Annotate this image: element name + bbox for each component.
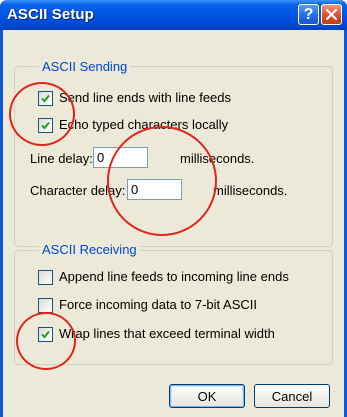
echo-typed-checkbox[interactable]	[38, 118, 53, 133]
send-line-ends-checkbox[interactable]	[38, 91, 53, 106]
dialog-body: ASCII Sending Send line ends with line f…	[3, 30, 344, 417]
append-line-feeds-label: Append line feeds to incoming line ends	[59, 269, 289, 284]
send-line-ends-label: Send line ends with line feeds	[59, 90, 232, 105]
character-delay-unit: milliseconds.	[213, 183, 288, 198]
send-line-ends-checkbox-row[interactable]: Send line ends with line feeds	[38, 90, 288, 107]
echo-typed-label: Echo typed characters locally	[59, 117, 229, 132]
close-icon	[326, 9, 337, 20]
help-button[interactable]: ?	[298, 4, 319, 25]
checkmark-icon	[41, 330, 50, 339]
force-7bit-checkbox-row[interactable]: Force incoming data to 7-bit ASCII	[38, 297, 328, 314]
line-delay-input[interactable]	[93, 147, 148, 168]
line-delay-unit: milliseconds.	[180, 151, 255, 166]
character-delay-label: Character delay:	[30, 183, 126, 198]
force-7bit-label: Force incoming data to 7-bit ASCII	[59, 297, 257, 312]
wrap-lines-checkbox[interactable]	[38, 327, 53, 342]
wrap-lines-label: Wrap lines that exceed terminal width	[59, 326, 275, 341]
checkmark-icon	[41, 121, 50, 130]
force-7bit-checkbox[interactable]	[38, 298, 53, 313]
ok-button[interactable]: OK	[169, 384, 245, 408]
title-bar[interactable]: ASCII Setup ?	[0, 0, 347, 30]
ascii-setup-dialog: ASCII Setup ? ASCII Sending Send line en…	[0, 0, 347, 417]
ascii-sending-legend: ASCII Sending	[39, 60, 131, 74]
close-button[interactable]	[321, 4, 342, 25]
echo-typed-checkbox-row[interactable]: Echo typed characters locally	[38, 117, 288, 134]
cancel-button[interactable]: Cancel	[254, 384, 330, 408]
help-icon: ?	[303, 6, 314, 23]
ascii-receiving-legend: ASCII Receiving	[39, 243, 140, 257]
character-delay-input[interactable]	[127, 179, 182, 200]
line-delay-label: Line delay:	[30, 151, 93, 166]
checkmark-icon	[41, 94, 50, 103]
append-line-feeds-checkbox[interactable]	[38, 270, 53, 285]
dialog-title: ASCII Setup	[7, 6, 94, 23]
wrap-lines-checkbox-row[interactable]: Wrap lines that exceed terminal width	[38, 326, 328, 343]
append-line-feeds-checkbox-row[interactable]: Append line feeds to incoming line ends	[38, 269, 328, 286]
